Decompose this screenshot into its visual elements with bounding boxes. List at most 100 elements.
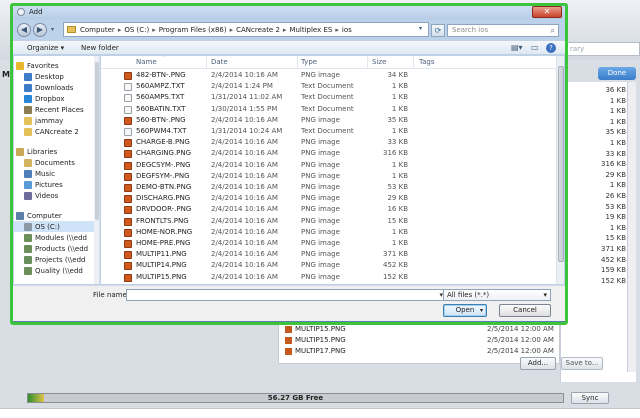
nav-item[interactable]: Quality (\\edd	[14, 265, 94, 276]
file-row[interactable]: DISCHARG.PNG 2/4/2014 10:16 AM PNG image 29…	[101, 193, 556, 204]
file-row[interactable]: 560PWM4.TXT 1/31/2014 10:24 AM Text Docume…	[101, 126, 556, 137]
nav-item[interactable]: Desktop	[14, 71, 94, 82]
file-row[interactable]: 560-BTN-.PNG 2/4/2014 10:16 AM PNG image 35…	[101, 115, 556, 126]
file-list-scrollbar[interactable]	[556, 56, 564, 284]
png-file-icon	[124, 116, 132, 125]
column-divider[interactable]	[206, 56, 207, 69]
column-header-name[interactable]: Name	[136, 58, 157, 66]
nav-item[interactable]: Modules (\\edd	[14, 232, 94, 243]
nav-item[interactable]: OS (C:)	[14, 221, 94, 232]
navigation-scroll-thumb[interactable]	[95, 62, 99, 220]
column-divider[interactable]	[297, 56, 298, 69]
breadcrumb-separator-icon[interactable]: ▸	[118, 26, 122, 34]
png-file-icon	[285, 347, 292, 355]
column-header-type[interactable]: Type	[301, 58, 317, 66]
file-row[interactable]: 560AMPZ.TXT 2/4/2014 1:24 PM Text Document…	[101, 81, 556, 92]
nav-item[interactable]: Pictures	[14, 179, 94, 190]
back-button[interactable]: ◀	[17, 23, 31, 37]
nav-item[interactable]: Music	[14, 168, 94, 179]
address-dropdown-icon[interactable]: ▾	[419, 25, 422, 32]
background-file-row[interactable]: MULTIP15.PNG	[285, 325, 346, 333]
done-button[interactable]: Done	[598, 67, 636, 80]
nav-item[interactable]: Dropbox	[14, 93, 94, 104]
nav-item-label: CANcreate 2	[35, 127, 79, 136]
background-scrollbar[interactable]	[627, 82, 636, 372]
breadcrumb-item[interactable]: ios	[342, 26, 352, 34]
file-type: PNG image	[301, 250, 340, 259]
library-search-input[interactable]: rary	[566, 42, 640, 56]
nav-item[interactable]: Favorites	[14, 60, 94, 71]
nav-item[interactable]: Videos	[14, 190, 94, 201]
recent-locations-chevron-icon[interactable]: ▾	[51, 26, 54, 33]
background-side-letter: M	[2, 70, 10, 79]
file-row[interactable]: DEGFSYM-.PNG 2/4/2014 10:16 AM PNG image 1 …	[101, 171, 556, 182]
file-row[interactable]: MULTIP11.PNG 2/4/2014 10:16 AM PNG image 37…	[101, 249, 556, 260]
nav-item[interactable]: Recent Places	[14, 104, 94, 115]
file-row[interactable]: 560AMPS.TXT 1/31/2014 11:02 AM Text Docume…	[101, 92, 556, 103]
add-button[interactable]: Add...	[520, 357, 556, 370]
nav-item[interactable]: Downloads	[14, 82, 94, 93]
file-row[interactable]: MULTIP14.PNG 2/4/2014 10:16 AM PNG image 45…	[101, 260, 556, 271]
search-input[interactable]: Search ios ⌕	[447, 24, 559, 37]
column-header-size[interactable]: Size	[372, 58, 386, 66]
save-to-button[interactable]: Save to...	[561, 357, 603, 370]
background-file-row[interactable]: MULTIP17.PNG	[285, 347, 346, 355]
breadcrumb-item[interactable]: OS (C:)	[124, 26, 149, 34]
nav-item[interactable]: CANcreate 2	[14, 126, 94, 137]
breadcrumb-separator-icon[interactable]: ▸	[283, 26, 287, 34]
file-row[interactable]: 560BATIN.TXT 1/30/2014 1:55 PM Text Docume…	[101, 104, 556, 115]
nav-item[interactable]: Projects (\\edd	[14, 254, 94, 265]
dialog-titlebar[interactable]: Add ✕	[13, 5, 565, 20]
file-row[interactable]: CHARGE-B.PNG 2/4/2014 10:16 AM PNG image 33…	[101, 137, 556, 148]
nav-item[interactable]: Documents	[14, 157, 94, 168]
refresh-button[interactable]: ⟳	[431, 24, 445, 37]
breadcrumb-item[interactable]: Program Files (x86)	[159, 26, 227, 34]
nav-item[interactable]: Libraries	[14, 146, 94, 157]
open-button[interactable]: Open ▾	[443, 304, 487, 317]
column-divider[interactable]	[367, 56, 368, 69]
file-list-scroll-thumb[interactable]	[558, 66, 564, 262]
new-folder-button[interactable]: New folder	[81, 44, 119, 52]
navigation-scrollbar[interactable]	[94, 56, 99, 284]
background-file-row[interactable]: MULTIP15.PNG	[285, 336, 346, 344]
nav-item[interactable]: Products (\\edd	[14, 243, 94, 254]
forward-button[interactable]: ▶	[33, 23, 47, 37]
file-row[interactable]: HOME-NOR.PNG 2/4/2014 10:16 AM PNG image 1 …	[101, 227, 556, 238]
file-row[interactable]: HOME-PRE.PNG 2/4/2014 10:16 AM PNG image 1 …	[101, 238, 556, 249]
chevron-down-icon[interactable]: ▾	[480, 305, 483, 316]
close-button[interactable]: ✕	[532, 6, 562, 18]
breadcrumb-item[interactable]: Computer	[80, 26, 115, 34]
file-size: 35 KB	[387, 115, 408, 124]
breadcrumb-separator-icon[interactable]: ▸	[230, 26, 234, 34]
nav-item[interactable]: Computer	[14, 210, 94, 221]
background-file-name: MULTIP17.PNG	[295, 347, 346, 355]
file-type-filter[interactable]: All files (*.*) ▾	[443, 289, 551, 301]
cancel-button[interactable]: Cancel	[499, 304, 551, 317]
background-file-date: 2/5/2014 12:00 AM	[487, 347, 554, 355]
file-name-input[interactable]: ▾	[126, 289, 446, 301]
file-row[interactable]: MULTIP15.PNG 2/4/2014 10:16 AM PNG image 15…	[101, 272, 556, 283]
breadcrumb-separator-icon[interactable]: ▸	[152, 26, 156, 34]
text-file-icon	[124, 128, 132, 136]
breadcrumb-separator-icon[interactable]: ▸	[335, 26, 339, 34]
file-row[interactable]: DEMO-BTN.PNG 2/4/2014 10:16 AM PNG image 53…	[101, 182, 556, 193]
sync-button[interactable]: Sync	[571, 392, 609, 404]
file-row[interactable]: DEGCSYM-.PNG 2/4/2014 10:16 AM PNG image 1 …	[101, 160, 556, 171]
organize-menu[interactable]: Organize ▾	[27, 44, 64, 52]
help-icon[interactable]: ?	[546, 43, 556, 53]
nav-item[interactable]: jammay	[14, 115, 94, 126]
column-header-date[interactable]: Date	[211, 58, 228, 66]
file-row[interactable]: DRVDOOR-.PNG 2/4/2014 10:16 AM PNG image 16…	[101, 204, 556, 215]
breadcrumb-item[interactable]: CANcreate 2	[236, 26, 280, 34]
preview-pane-icon[interactable]: ▭	[531, 43, 539, 53]
address-bar[interactable]: Computer ▸ OS (C:) ▸ Program Files (x86) ▸ CAN…	[63, 22, 429, 37]
file-size: 15 KB	[387, 216, 408, 225]
file-row[interactable]: 482-BTN-.PNG 2/4/2014 10:16 AM PNG image 34…	[101, 70, 556, 81]
background-size-cell: 452 KB	[601, 255, 626, 264]
view-options-icon[interactable]: ▤▾	[511, 43, 523, 53]
column-header-tags[interactable]: Tags	[419, 58, 435, 66]
breadcrumb-item[interactable]: Multiplex ES	[289, 26, 332, 34]
file-row[interactable]: FRONTLTS.PNG 2/4/2014 10:16 AM PNG image 15…	[101, 216, 556, 227]
file-row[interactable]: CHARGING.PNG 2/4/2014 10:16 AM PNG image 31…	[101, 148, 556, 159]
column-divider[interactable]	[413, 56, 414, 69]
